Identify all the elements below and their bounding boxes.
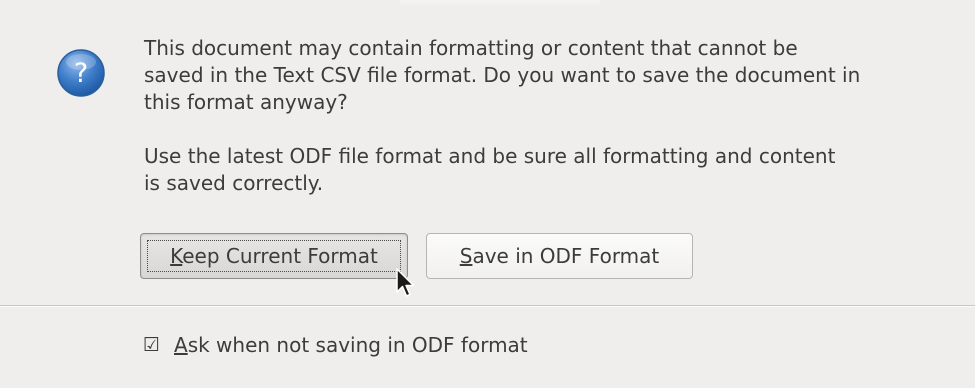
ask-checkbox[interactable]: ☑ <box>143 335 160 354</box>
save-format-dialog: ? This document may contain formatting o… <box>0 0 975 388</box>
save-in-odf-format-button[interactable]: Save in ODF Format <box>426 233 693 279</box>
keep-button-label: Keep Current Format <box>170 244 378 268</box>
message-paragraph-2: Use the latest ODF file format and be su… <box>144 144 836 195</box>
separator-highlight <box>0 306 975 307</box>
ask-when-not-saving-checkbox-row[interactable]: ☑ Ask when not saving in ODF format <box>143 333 528 357</box>
dialog-message: This document may contain formatting or … <box>144 35 964 197</box>
title-bar-edge <box>400 0 600 6</box>
keep-current-format-button[interactable]: Keep Current Format <box>140 233 408 279</box>
svg-text:?: ? <box>74 58 88 89</box>
question-icon: ? <box>57 49 105 97</box>
save-button-label: Save in ODF Format <box>459 244 660 268</box>
message-paragraph-1: This document may contain formatting or … <box>144 36 861 114</box>
ask-checkbox-label[interactable]: Ask when not saving in ODF format <box>174 333 528 357</box>
